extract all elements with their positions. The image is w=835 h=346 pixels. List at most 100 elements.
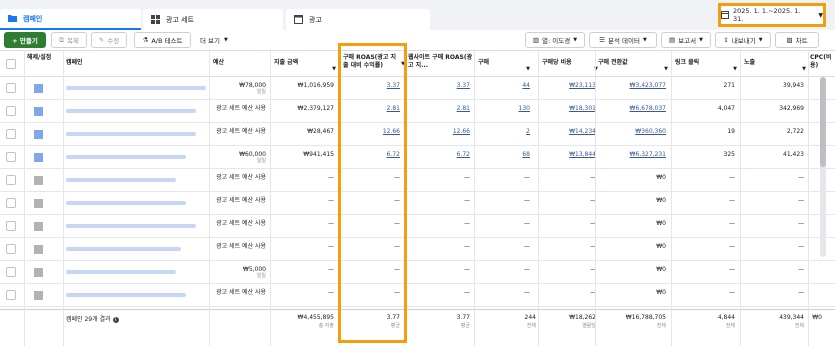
roas-cell[interactable]: 6.72	[343, 151, 400, 158]
campaign-name-redacted[interactable]	[66, 270, 176, 274]
col-conv-value[interactable]: 구매 전환값 ▼	[598, 59, 668, 72]
column-divider	[270, 51, 271, 346]
campaign-name-redacted[interactable]	[66, 178, 176, 182]
tab-campaigns[interactable]: 캠페인	[0, 9, 141, 30]
col-cpp[interactable]: 구매당 비용 ▼	[542, 59, 598, 72]
cpp-cell[interactable]: ₩14,234	[542, 128, 596, 135]
campaign-name-redacted[interactable]	[66, 86, 206, 90]
select-all-checkbox[interactable]	[6, 59, 16, 69]
table-row[interactable]: 광고 세트 예산 사용 ₩2,379,127 2.81 2.81 130 ₩18,301 ₩…	[0, 100, 835, 123]
table-row[interactable]: 광고 세트 예산 사용 — — — — — ₩0 — —	[0, 284, 835, 307]
link-clicks-cell: —	[675, 289, 735, 296]
toggle-switch[interactable]	[34, 268, 43, 277]
toggle-switch[interactable]	[34, 222, 43, 231]
export-button[interactable]: ⇪ 내보내기 ▼	[715, 32, 771, 48]
table-row[interactable]: 광고 세트 예산 사용 — — — — — ₩0 — —	[0, 215, 835, 238]
toggle-switch[interactable]	[34, 130, 43, 139]
ab-test-button[interactable]: ⚗ A/B 테스트	[134, 32, 191, 48]
date-range-picker[interactable]: 2025. 1. 1.~2025. 1. 31. ▼	[718, 3, 826, 27]
toggle-switch[interactable]	[34, 199, 43, 208]
web-roas-cell[interactable]: 3.37	[408, 82, 470, 89]
column-divider	[209, 51, 210, 346]
spend-cell: —	[274, 174, 334, 181]
campaign-name-redacted[interactable]	[66, 201, 186, 205]
toggle-switch[interactable]	[34, 84, 43, 93]
reports-label: 보고서	[678, 37, 697, 45]
cpp-cell[interactable]: ₩18,301	[542, 105, 596, 112]
breakdown-button[interactable]: ☰ 분석 데이터 ▼	[589, 32, 657, 48]
table-row[interactable]: 광고 세트 예산 사용 — — — — — ₩0 — —	[0, 169, 835, 192]
footer-link-clicks-sub: 전체	[725, 323, 735, 329]
table-row[interactable]: 광고 세트 예산 사용 — — — — — ₩0 — —	[0, 192, 835, 215]
toggle-switch[interactable]	[34, 107, 43, 116]
web-roas-cell[interactable]: 12.66	[408, 128, 470, 135]
scrollbar-thumb[interactable]	[820, 77, 826, 167]
purchases-value: —	[524, 266, 530, 273]
campaign-name-redacted[interactable]	[66, 109, 196, 113]
campaign-name-redacted[interactable]	[66, 155, 186, 159]
row-checkbox[interactable]	[6, 290, 16, 300]
col-onoff[interactable]: 해제/설정	[27, 54, 59, 62]
campaign-name-redacted[interactable]	[66, 293, 186, 297]
row-checkbox[interactable]	[6, 244, 16, 254]
columns-button[interactable]: ▥ 열: 이도경 ▼	[525, 32, 585, 48]
budget-value: 광고 세트 예산 사용	[216, 105, 266, 112]
chart-button[interactable]: ▨ 차트	[775, 32, 819, 48]
web-roas-cell[interactable]: 6.72	[408, 151, 470, 158]
roas-cell[interactable]: 3.37	[343, 82, 400, 89]
toggle-switch[interactable]	[34, 153, 43, 162]
more-button[interactable]: 더 보기 ▼	[200, 32, 228, 48]
col-campaign[interactable]: 캠페인	[66, 59, 146, 67]
row-checkbox[interactable]	[6, 221, 16, 231]
col-purchases[interactable]: 구매 ▼	[478, 59, 530, 72]
campaign-name-redacted[interactable]	[66, 247, 181, 251]
table-row[interactable]: ₩78,000 일일 ₩1,016,959 3.37 3.37 44 ₩23,113 ₩3,4…	[0, 77, 835, 100]
tab-ads[interactable]: 광고	[286, 9, 430, 30]
toggle-switch[interactable]	[34, 245, 43, 254]
row-checkbox[interactable]	[6, 198, 16, 208]
roas-cell[interactable]: 2.81	[343, 105, 400, 112]
table-row[interactable]: 광고 세트 예산 사용 — — — — — ₩0 — —	[0, 238, 835, 261]
table-row[interactable]: ₩5,000 일일 — — — — — ₩0 — —	[0, 261, 835, 284]
row-checkbox[interactable]	[6, 83, 16, 93]
col-impressions[interactable]: 노출 ▼	[744, 59, 806, 72]
duplicate-button[interactable]: ⧉ 복제	[51, 32, 87, 48]
roas-value: —	[394, 197, 400, 204]
col-budget[interactable]: 예산	[213, 59, 263, 67]
conv-value-cell[interactable]: ₩360,360	[598, 128, 666, 135]
create-button[interactable]: + 만들기	[4, 32, 46, 48]
row-checkbox[interactable]	[6, 152, 16, 162]
budget-period: 일일	[256, 89, 266, 95]
row-checkbox[interactable]	[6, 129, 16, 139]
tab-adsets[interactable]: 광고 세트	[143, 9, 283, 30]
ads-manager: 캠페인 광고 세트 광고 2025. 1. 1.~2025. 1. 31. ▼ …	[0, 0, 835, 346]
conv-value-cell[interactable]: ₩3,423,077	[598, 82, 666, 89]
reports-button[interactable]: ▤ 보고서 ▼	[661, 32, 711, 48]
purchases-cell[interactable]: 68	[478, 151, 530, 158]
purchases-cell[interactable]: 130	[478, 105, 530, 112]
col-web-roas[interactable]: 웹사이트 구매 ROAS(광고 지...	[408, 54, 474, 70]
table-row[interactable]: ₩60,000 일일 ₩941,415 6.72 6.72 68 ₩13,844 ₩6,327…	[0, 146, 835, 169]
campaign-name-redacted[interactable]	[66, 132, 196, 136]
purchases-cell[interactable]: 44	[478, 82, 530, 89]
cpp-cell[interactable]: ₩23,113	[542, 82, 596, 89]
row-checkbox[interactable]	[6, 175, 16, 185]
roas-cell[interactable]: 12.66	[343, 128, 400, 135]
row-checkbox[interactable]	[6, 267, 16, 277]
campaign-name-redacted[interactable]	[66, 224, 196, 228]
toggle-switch[interactable]	[34, 291, 43, 300]
col-cpc[interactable]: CPC(비용)	[810, 54, 835, 70]
row-checkbox[interactable]	[6, 106, 16, 116]
calendar-icon	[721, 11, 729, 19]
toggle-switch[interactable]	[34, 176, 43, 185]
col-roas[interactable]: 구매 ROAS(광고 지출 대비 수익률)▼	[343, 54, 405, 70]
web-roas-cell[interactable]: 2.81	[408, 105, 470, 112]
cpp-cell[interactable]: ₩13,844	[542, 151, 596, 158]
conv-value-cell[interactable]: ₩6,678,037	[598, 105, 666, 112]
col-link-clicks[interactable]: 링크 클릭 ▼	[675, 59, 737, 72]
col-spend[interactable]: 지출 금액 ▼	[274, 59, 336, 72]
edit-button[interactable]: ✎ 수정	[91, 32, 127, 48]
table-row[interactable]: 광고 세트 예산 사용 ₩28,467 12.66 12.66 2 ₩14,234 ₩360…	[0, 123, 835, 146]
conv-value-cell[interactable]: ₩6,327,231	[598, 151, 666, 158]
purchases-cell[interactable]: 2	[478, 128, 530, 135]
